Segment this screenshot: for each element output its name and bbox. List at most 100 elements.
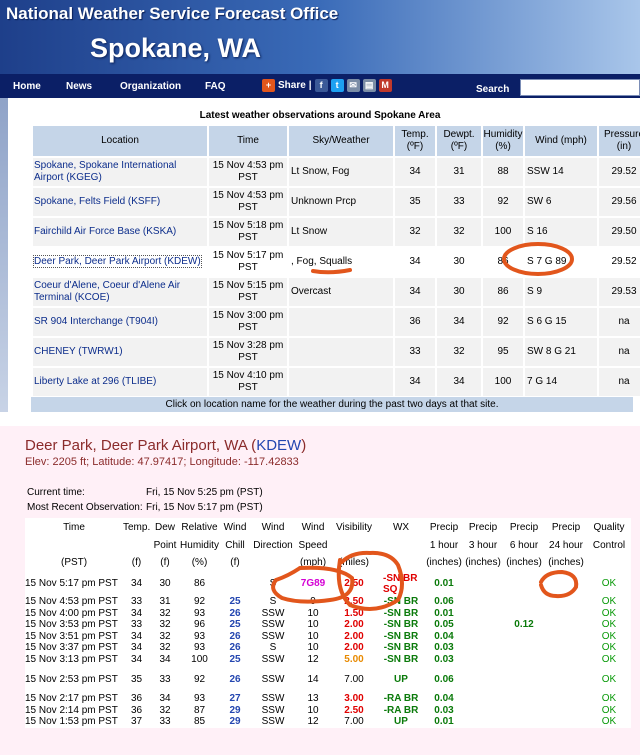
history-speed-value: 12 (307, 653, 319, 665)
twitter-icon[interactable]: t (330, 79, 344, 92)
location-link[interactable]: CHENEY (TWRW1) (34, 346, 123, 357)
history-wx: -SN BR (383, 596, 419, 607)
col-time: Time (209, 126, 287, 156)
history-header-cell: Precip (468, 522, 498, 533)
history-header-cell: (PST) (61, 557, 88, 568)
history-speed-value: 14 (307, 673, 319, 685)
history-wx: UP (394, 716, 408, 728)
history-time: 15 Nov 2:53 pm PST (25, 673, 118, 685)
history-temp: 35 (130, 673, 143, 685)
history-vis: 2.00 (344, 642, 364, 654)
nav-home[interactable]: Home (13, 81, 41, 92)
history-p24 (545, 619, 587, 631)
history-header-cell (377, 538, 425, 554)
history-wx: -RA BR (383, 693, 419, 705)
obs-pressure-cell: na (599, 308, 640, 336)
bookmark-icon[interactable]: M (378, 79, 392, 92)
history-vis: 1.50 (344, 607, 364, 619)
facebook-icon[interactable]: f (314, 79, 328, 92)
history-speed: 10 (295, 619, 331, 631)
obs-time-cell: 15 Nov 4:10 pm PST (209, 368, 287, 396)
history-header-cell: (inches) (465, 557, 501, 568)
location-link[interactable]: Coeur d'Alene, Coeur d'Alene Air Termina… (34, 280, 180, 303)
history-temp: 34 (130, 630, 143, 642)
obs-wind: S 9 (527, 286, 543, 297)
location-link[interactable]: Spokane, Spokane International Airport (… (34, 160, 176, 183)
col-wind: Wind (mph) (525, 126, 597, 156)
location-link-cell: Spokane, Spokane International Airport (… (33, 158, 207, 186)
history-rh: 87 (193, 704, 206, 716)
history-p24 (545, 693, 587, 705)
location-link-cell: CHENEY (TWRW1) (33, 338, 207, 366)
location-link[interactable]: Fairchild Air Force Base (KSKA) (34, 226, 176, 237)
obs-pressure: na (618, 316, 630, 327)
history-chill: 29 (229, 716, 241, 728)
history-p1: 0.01 (434, 716, 454, 728)
obs-pressure-cell: na (599, 368, 640, 396)
obs-dewpt: 30 (453, 286, 465, 297)
nav-organization[interactable]: Organization (120, 81, 181, 92)
location-link[interactable]: SR 904 Interchange (T904I) (34, 316, 158, 327)
station-id[interactable]: KDEW (256, 437, 301, 454)
obs-humidity-cell: 92 (483, 308, 523, 336)
location-link[interactable]: Spokane, Felts Field (KSFF) (34, 196, 160, 207)
obs-temp: 34 (409, 376, 421, 387)
history-vis: 7.00 (344, 673, 364, 685)
print-icon[interactable]: ▤ (362, 79, 376, 92)
obs-wind: SSW 14 (527, 166, 564, 177)
history-qc: OK (601, 596, 617, 607)
history-dew: 30 (159, 578, 171, 590)
history-chill: 27 (229, 693, 241, 705)
history-row: 15 Nov 3:53 pm PST 33 32 96 25 SSW 10 2.00 -SN B… (25, 619, 631, 631)
obs-time-cell: 15 Nov 4:53 pm PST (209, 158, 287, 186)
email-icon[interactable]: ✉ (346, 79, 360, 92)
history-p6 (503, 642, 545, 654)
obs-pressure-cell: 29.52 (599, 248, 640, 276)
history-dir: SSW (261, 619, 285, 631)
history-p3 (463, 693, 503, 705)
city-title: Spokane, WA (90, 33, 262, 63)
history-p1: 0.04 (434, 693, 454, 705)
location-link-cell: SR 904 Interchange (T904I) (33, 308, 207, 336)
plus-share-icon[interactable]: + (262, 79, 275, 92)
history-row: 15 Nov 3:13 pm PST 34 34 100 25 SSW 12 5.00 -SN … (25, 654, 631, 666)
obs-pressure: 29.53 (611, 286, 637, 297)
history-p6 (503, 631, 545, 643)
history-chill: 29 (229, 704, 241, 716)
history-speed-value: 9 (310, 596, 316, 607)
history-row: 15 Nov 5:17 pm PST 34 30 86 S 7G89 2.50 -SN BR … (25, 572, 631, 596)
obs-wind-cell: S 7 G 89 (525, 248, 597, 276)
history-row: 15 Nov 2:14 pm PST 36 32 87 29 SSW 10 2.50 -RA B… (25, 705, 631, 717)
location-link[interactable]: Deer Park, Deer Park Airport (KDEW) (33, 255, 202, 268)
obs-humidity: 92 (497, 196, 509, 207)
history-speed: 14 (295, 674, 331, 686)
obs-dewpt-cell: 30 (437, 278, 481, 306)
history-dir: S (269, 596, 277, 607)
history-header-cell: Point (153, 540, 177, 551)
history-p6 (503, 674, 545, 686)
obs-sky-cell (289, 368, 393, 396)
col-pressure: Pressure (in) (599, 126, 640, 156)
history-p6 (503, 705, 545, 717)
share-label[interactable]: Share (278, 80, 306, 91)
history-row: 15 Nov 1:53 pm PST 37 33 85 29 SSW 12 7.00 UP 0.0… (25, 716, 631, 728)
obs-wind: SW 8 G 21 (527, 346, 576, 357)
history-speed: 10 (295, 705, 331, 717)
obs-pressure: na (618, 376, 630, 387)
obs-humidity: 86 (497, 256, 509, 267)
history-p24 (545, 596, 587, 608)
nav-news[interactable]: News (66, 81, 92, 92)
obs-pressure-cell: 29.56 (599, 188, 640, 216)
history-header-cell: (miles) (339, 557, 369, 568)
location-link-cell: Spokane, Felts Field (KSFF) (33, 188, 207, 216)
history-temp: 36 (130, 693, 143, 705)
history-vis: 2.50 (344, 704, 364, 716)
history-header-cell: Wind (301, 522, 325, 533)
history-header-cell (123, 538, 150, 554)
location-link[interactable]: Liberty Lake at 296 (TLIBE) (34, 376, 156, 387)
obs-time-cell: 15 Nov 4:53 pm PST (209, 188, 287, 216)
history-header-cell (25, 538, 123, 554)
nav-faq[interactable]: FAQ (205, 81, 226, 92)
search-input[interactable] (520, 79, 640, 96)
history-header-cell (331, 538, 377, 554)
